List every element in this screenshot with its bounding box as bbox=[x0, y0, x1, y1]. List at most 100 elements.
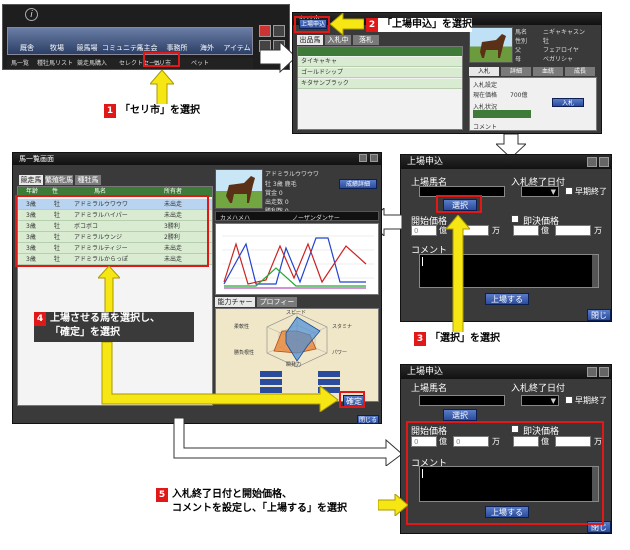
tab-racehorse[interactable]: 競走馬 bbox=[19, 175, 43, 185]
close-button[interactable]: 閉じる bbox=[587, 309, 611, 332]
market-subtab[interactable]: 血統 bbox=[533, 67, 563, 76]
nav-item[interactable]: 牧場 bbox=[42, 43, 72, 53]
early-end-label: 早期終了 bbox=[575, 396, 607, 405]
market-info: 馬名 ニギャキャスン 性別 牡父 フェアロイヤ母 ベガリシャ bbox=[515, 27, 597, 67]
pedigree-dam: ノーザンダンサー bbox=[292, 215, 340, 222]
info-icon[interactable]: i bbox=[25, 8, 38, 21]
submenu-item[interactable]: ペット bbox=[191, 58, 209, 69]
select-button[interactable]: 選択 bbox=[443, 409, 477, 421]
market-list-header bbox=[298, 47, 462, 56]
nav-item[interactable]: 厩舎 bbox=[12, 43, 42, 53]
early-end-checkbox[interactable] bbox=[565, 396, 573, 404]
market-horse-image bbox=[469, 27, 513, 63]
chevron-down-icon: ▼ bbox=[550, 188, 556, 196]
growth-graph bbox=[215, 223, 379, 295]
comment-scrollbar[interactable] bbox=[592, 255, 598, 287]
nav-item[interactable]: 競馬場 bbox=[72, 43, 102, 53]
detail-row: 牡 3歳 鹿毛 bbox=[265, 181, 297, 188]
info-label: 父 bbox=[515, 47, 522, 54]
info-label: 性別 bbox=[515, 38, 528, 45]
apply-form-title: 上場申込 bbox=[401, 155, 611, 169]
sub-menu: 馬一覧 種牡馬リスト 競走馬購入 セレクトセール セリ市 ペット bbox=[7, 58, 253, 69]
horse-name-field[interactable] bbox=[419, 395, 505, 406]
horse-detail-image bbox=[215, 169, 263, 209]
help-icon[interactable] bbox=[587, 367, 597, 377]
apply-form-title: 上場申込 bbox=[401, 365, 611, 379]
help-icon[interactable] bbox=[587, 157, 597, 167]
tab-broodmare[interactable]: 繁殖牝馬 bbox=[45, 175, 73, 185]
market-subtab[interactable]: 成長 bbox=[565, 67, 595, 76]
arrow-up-step4 bbox=[98, 266, 120, 318]
horse-list-title: 馬一覧画面 bbox=[13, 153, 381, 165]
horse-name-label: 上場馬名 bbox=[411, 384, 448, 394]
submenu-item[interactable]: 馬一覧 bbox=[11, 58, 29, 69]
step4-callout: 4 上場させる馬を選択し、 「確定」を選択 bbox=[34, 312, 194, 342]
start-price-oku[interactable]: 0 bbox=[411, 225, 437, 236]
seri-highlight bbox=[143, 52, 180, 67]
tab-profile[interactable]: プロフィール bbox=[257, 297, 297, 316]
market-detail: 入札設定 現在価格 700億 入札状況 入札 コメント bbox=[469, 77, 597, 131]
tab-listed[interactable]: 出品馬 bbox=[297, 35, 323, 45]
detail-button[interactable]: 成績詳細 bbox=[339, 179, 377, 189]
unit-man: 万 bbox=[492, 226, 500, 235]
early-end-label: 早期終了 bbox=[575, 187, 607, 196]
bid-button[interactable]: 入札 bbox=[552, 98, 584, 107]
detail-row: 賞金 0 bbox=[265, 190, 283, 197]
close-icon[interactable] bbox=[599, 367, 609, 377]
arrow-up-step1 bbox=[150, 70, 174, 106]
apply-form-1: 上場申込 上場馬名 入札終了日付 ▼ 早期終了 選択 開始価格 即決価格 0 億… bbox=[400, 154, 612, 332]
comment-section-label: コメント bbox=[473, 124, 498, 131]
arrow-bottom-connector bbox=[173, 418, 403, 466]
confirm-highlight bbox=[339, 391, 365, 408]
instant-price-checkbox[interactable] bbox=[511, 215, 519, 223]
list-item[interactable]: キタサンブラック bbox=[298, 79, 462, 89]
tab-stallion[interactable]: 種牡馬 bbox=[75, 175, 101, 185]
list-item[interactable]: ゴールドシップ bbox=[298, 68, 462, 78]
instant-price-oku[interactable] bbox=[513, 225, 539, 236]
select-highlight bbox=[436, 195, 482, 213]
nav-item[interactable]: コミュニティ bbox=[102, 43, 144, 53]
submit-button[interactable]: 上場する bbox=[485, 293, 529, 305]
tab-ability-chart[interactable]: 能力チャート bbox=[215, 297, 255, 316]
arrow-up-step3 bbox=[446, 215, 470, 335]
arrow-right-step5 bbox=[378, 494, 408, 516]
market-list: タイキャキャ ゴールドシップ キタサンブラック bbox=[297, 46, 463, 130]
price-value: 700億 bbox=[510, 92, 528, 99]
radar-tabs: 能力チャート プロフィール bbox=[215, 297, 379, 316]
arrow-left-step2 bbox=[330, 13, 364, 35]
info-value: ベガリシャ bbox=[543, 56, 574, 63]
close-icon[interactable] bbox=[599, 157, 609, 167]
end-date-select[interactable]: ▼ bbox=[521, 186, 559, 197]
form-settings-highlight bbox=[406, 421, 604, 525]
detail-row: 出走数 0 bbox=[265, 199, 289, 206]
tab-won[interactable]: 落札 bbox=[353, 35, 379, 45]
info-value: フェアロイヤ bbox=[543, 47, 579, 54]
step5-callout: 5 入札終了日付と開始価格、 コメントを設定し、「上場する」を選択 bbox=[156, 488, 378, 520]
auction-section-label: 入札設定 bbox=[473, 82, 498, 89]
price-label: 現在価格 bbox=[473, 92, 498, 99]
submenu-item[interactable]: 競走馬購入 bbox=[77, 58, 107, 69]
settings-icon[interactable] bbox=[259, 25, 271, 37]
tab-bidding[interactable]: 入札中 bbox=[325, 35, 351, 45]
market-subtab[interactable]: 入札 bbox=[469, 67, 499, 76]
submenu-item[interactable]: 種牡馬リスト bbox=[37, 58, 73, 69]
unit-man: 万 bbox=[594, 226, 602, 235]
market-subtabs: 入札 詳細 血統 成長 bbox=[469, 67, 597, 76]
arrow-down-right-step4 bbox=[101, 342, 339, 412]
step2-callout: 2 「上場申込」を選択 bbox=[366, 18, 472, 32]
radar-label: スタミナ bbox=[332, 324, 353, 330]
close-icon[interactable] bbox=[370, 154, 378, 162]
mail-icon[interactable] bbox=[273, 25, 285, 37]
instant-price-man[interactable] bbox=[555, 225, 591, 236]
help-icon[interactable] bbox=[359, 154, 367, 162]
end-date-select[interactable]: ▼ bbox=[521, 395, 559, 406]
list-item[interactable]: タイキャキャ bbox=[298, 57, 462, 67]
unit-oku: 億 bbox=[541, 226, 549, 235]
pedigree-row: カメハメハ ノーザンダンサー bbox=[215, 211, 379, 222]
nav-item[interactable]: アイテム bbox=[222, 43, 252, 53]
market-subtab[interactable]: 詳細 bbox=[501, 67, 531, 76]
pedigree-sire: カメハメハ bbox=[220, 215, 251, 222]
early-end-checkbox[interactable] bbox=[565, 187, 573, 195]
market-tabs: 出品馬 入札中 落札 bbox=[297, 35, 467, 45]
nav-item[interactable]: 海外 bbox=[192, 43, 222, 53]
